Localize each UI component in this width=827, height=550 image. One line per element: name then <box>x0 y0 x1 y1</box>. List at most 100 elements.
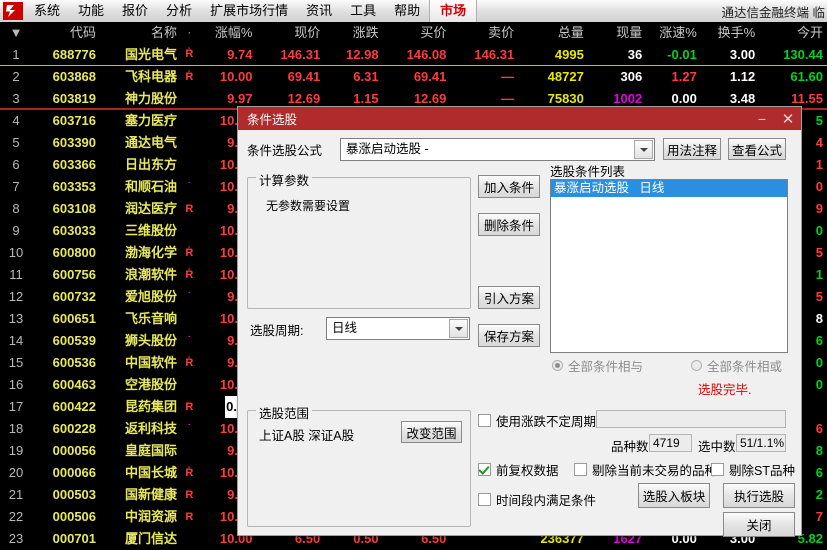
list-item[interactable]: 暴涨启动选股 日线 <box>551 180 787 197</box>
close-button[interactable]: 关闭 <box>723 512 795 537</box>
header-bid[interactable]: 买价 <box>379 22 446 44</box>
check-timerange[interactable]: 时间段内满足条件 <box>478 490 596 509</box>
header-turnover[interactable]: 换手% <box>697 22 756 44</box>
cell-flag <box>179 528 200 550</box>
cell-index: 12 <box>8 289 24 304</box>
calc-params-empty-text: 无参数需要设置 <box>266 199 351 213</box>
cell-code: 603390 <box>52 135 97 150</box>
count-value: 4719 <box>649 434 692 452</box>
cell-code: 603366 <box>52 157 97 172</box>
cell-current-vol: 36 <box>627 47 643 62</box>
cell-name: 爱旭股份 <box>124 289 177 304</box>
cell-flag <box>179 132 200 154</box>
cell-turnover: 3.00 <box>729 47 756 62</box>
header-open[interactable]: 今开 <box>755 22 827 44</box>
chevron-down-icon[interactable] <box>449 319 468 338</box>
checkbox-indicator <box>478 493 491 506</box>
delete-condition-button[interactable]: 删除条件 <box>478 213 540 236</box>
variable-cycle-input[interactable] <box>596 410 786 428</box>
cell-index: 17 <box>8 399 24 414</box>
menu-item-help[interactable]: 帮助 <box>385 0 429 22</box>
menu-item-tools[interactable]: 工具 <box>341 0 385 22</box>
menu-item-quote[interactable]: 报价 <box>113 0 157 22</box>
header-ask[interactable]: 卖价 <box>446 22 514 44</box>
header-code[interactable]: 代码 <box>32 22 96 44</box>
table-row[interactable]: 2 603868 飞科电器 Ṙ 10.00 69.41 6.31 69.41 — 48727 306… <box>0 66 827 88</box>
minimize-icon[interactable]: − <box>749 107 775 130</box>
add-to-block-button[interactable]: 选股入板块 <box>638 483 710 508</box>
cell-name: 通达电气 <box>124 135 177 150</box>
cycle-combobox[interactable]: 日线 <box>326 317 470 340</box>
header-change[interactable]: 涨跌 <box>320 22 379 44</box>
menu-item-system[interactable]: 系统 <box>25 0 69 22</box>
cell-name: 日出东方 <box>124 157 177 172</box>
cell-name: 润达医疗 <box>124 201 177 216</box>
run-selection-button[interactable]: 执行选股 <box>723 483 795 508</box>
save-plan-button[interactable]: 保存方案 <box>478 324 540 347</box>
cell-index: 16 <box>8 377 24 392</box>
cell-name: 国新健康 <box>124 487 177 502</box>
selected-label: 选中数 <box>698 440 736 454</box>
cell-speed: -0.01 <box>667 47 697 62</box>
selected-value: 51/1.1% <box>736 434 786 452</box>
menu-item-analysis[interactable]: 分析 <box>157 0 201 22</box>
header-flag: · <box>187 27 192 39</box>
cell-flag <box>179 440 200 462</box>
cell-name: 空港股份 <box>124 377 177 392</box>
condition-stock-picker-dialog: 条件选股 − ✕ 条件选股公式 暴涨启动选股 - 用法注释 查看公式 计算参数 … <box>237 106 802 537</box>
radio-all-or[interactable]: 全部条件相或 <box>691 356 782 375</box>
cell-flag: Ṙ <box>185 247 194 259</box>
cell-flag: R <box>185 489 194 501</box>
sort-descending-icon[interactable]: ▼ <box>0 22 32 44</box>
cell-flag <box>179 110 200 132</box>
cell-ask: 146.31 <box>474 47 515 62</box>
cell-speed: 1.27 <box>671 69 697 84</box>
cell-flag: ˙ <box>187 335 192 347</box>
cell-code: 000056 <box>52 443 97 458</box>
header-change-pct[interactable]: 涨幅% <box>200 22 253 44</box>
usage-note-button[interactable]: 用法注释 <box>663 138 721 160</box>
chevron-down-icon[interactable] <box>634 140 653 159</box>
cell-index: 21 <box>8 487 24 502</box>
formula-label: 条件选股公式 <box>247 144 323 158</box>
cell-index: 9 <box>12 223 20 238</box>
cell-price: 69.41 <box>287 69 321 84</box>
radio-all-and[interactable]: 全部条件相与 <box>552 356 643 375</box>
cell-open: 11.55 <box>791 91 823 106</box>
change-range-button[interactable]: 改变范围 <box>401 421 462 443</box>
header-volume[interactable]: 总量 <box>514 22 584 44</box>
check-adjusted-data[interactable]: 前复权数据 <box>478 460 559 479</box>
import-plan-button[interactable]: 引入方案 <box>478 286 540 309</box>
check-adjusted-data-label: 前复权数据 <box>496 464 559 478</box>
cell-price: 146.31 <box>280 47 321 62</box>
menu-item-function[interactable]: 功能 <box>69 0 113 22</box>
terminal-title: 通达信金融终端 临 <box>721 5 825 20</box>
header-price[interactable]: 现价 <box>252 22 320 44</box>
check-variable-cycle[interactable]: 使用涨跌不定周期 <box>478 411 596 430</box>
check-exclude-st[interactable]: 剔除ST品种 <box>711 460 795 479</box>
cell-code: 603819 <box>52 91 97 106</box>
cell-flag <box>179 374 200 396</box>
cell-volume: 4995 <box>554 47 584 62</box>
formula-combobox[interactable]: 暴涨启动选股 - <box>340 138 655 161</box>
table-row[interactable]: 1 688776 国光电气 Ṙ 9.74 146.31 12.98 146.08 146.31 4… <box>0 44 827 66</box>
header-speed[interactable]: 涨速% <box>642 22 697 44</box>
menu-tab-market[interactable]: 市场 <box>429 0 478 22</box>
header-name[interactable]: 名称 <box>96 22 179 44</box>
cell-price: 12.69 <box>287 91 321 106</box>
cell-flag: ˙ <box>187 423 192 435</box>
count-label: 品种数 <box>611 440 649 454</box>
header-current-vol[interactable]: 现量 <box>584 22 642 44</box>
cell-change: 12.98 <box>346 47 379 62</box>
cell-name: 国光电气 <box>124 47 177 62</box>
menu-item-extended-market[interactable]: 扩展市场行情 <box>201 0 297 22</box>
cell-current-vol: 1002 <box>613 91 643 106</box>
close-icon[interactable]: ✕ <box>775 107 801 130</box>
condition-list[interactable]: 暴涨启动选股 日线 <box>550 179 788 353</box>
menu-item-news[interactable]: 资讯 <box>297 0 341 22</box>
cycle-label: 选股周期: <box>250 324 304 338</box>
check-exclude-untraded[interactable]: 剔除当前未交易的品种 <box>574 460 717 479</box>
view-formula-button[interactable]: 查看公式 <box>728 138 786 160</box>
add-condition-button[interactable]: 加入条件 <box>478 175 540 198</box>
cell-index: 10 <box>8 245 24 260</box>
